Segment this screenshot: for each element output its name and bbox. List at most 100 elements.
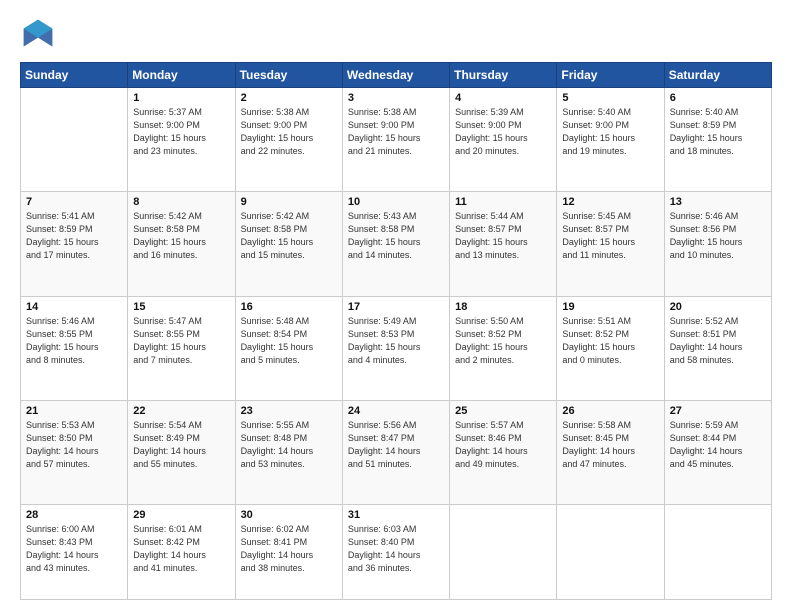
day-cell: 16 Sunrise: 5:48 AMSunset: 8:54 PMDayligh…	[235, 296, 342, 400]
logo-icon	[20, 16, 56, 52]
day-cell: 25 Sunrise: 5:57 AMSunset: 8:46 PMDayligh…	[450, 400, 557, 504]
day-number: 17	[348, 301, 444, 313]
header	[20, 16, 772, 52]
col-header-monday: Monday	[128, 63, 235, 88]
day-info: Sunrise: 5:47 AMSunset: 8:55 PMDaylight:…	[133, 315, 229, 367]
day-info: Sunrise: 5:38 AMSunset: 9:00 PMDaylight:…	[348, 106, 444, 158]
day-cell: 12Sunrise: 5:45 AMSunset: 8:57 PMDayligh…	[557, 192, 664, 296]
page: SundayMondayTuesdayWednesdayThursdayFrid…	[0, 0, 792, 612]
logo	[20, 16, 62, 52]
day-cell: 21 Sunrise: 5:53 AMSunset: 8:50 PMDayligh…	[21, 400, 128, 504]
day-number: 30	[241, 509, 337, 521]
day-info: Sunrise: 5:46 AMSunset: 8:55 PMDaylight:…	[26, 315, 122, 367]
day-number: 27	[670, 405, 766, 417]
day-cell: 10Sunrise: 5:43 AMSunset: 8:58 PMDayligh…	[342, 192, 449, 296]
day-number: 6	[670, 92, 766, 104]
day-number: 2	[241, 92, 337, 104]
day-info: Sunrise: 5:59 AMSunset: 8:44 PMDaylight:…	[670, 419, 766, 471]
day-cell	[664, 505, 771, 600]
day-info: Sunrise: 5:38 AMSunset: 9:00 PMDaylight:…	[241, 106, 337, 158]
day-number: 16	[241, 301, 337, 313]
day-cell: 11 Sunrise: 5:44 AMSunset: 8:57 PMDayligh…	[450, 192, 557, 296]
day-number: 25	[455, 405, 551, 417]
day-cell: 14 Sunrise: 5:46 AMSunset: 8:55 PMDayligh…	[21, 296, 128, 400]
day-cell: 27 Sunrise: 5:59 AMSunset: 8:44 PMDayligh…	[664, 400, 771, 504]
day-cell: 1Sunrise: 5:37 AMSunset: 9:00 PMDaylight…	[128, 88, 235, 192]
day-cell: 28 Sunrise: 6:00 AMSunset: 8:43 PMDayligh…	[21, 505, 128, 600]
day-cell: 7 Sunrise: 5:41 AMSunset: 8:59 PMDaylight…	[21, 192, 128, 296]
day-cell	[450, 505, 557, 600]
day-info: Sunrise: 5:50 AMSunset: 8:52 PMDaylight:…	[455, 315, 551, 367]
day-cell: 15 Sunrise: 5:47 AMSunset: 8:55 PMDayligh…	[128, 296, 235, 400]
day-cell: 4 Sunrise: 5:39 AMSunset: 9:00 PMDaylight…	[450, 88, 557, 192]
day-number: 13	[670, 196, 766, 208]
day-cell: 2 Sunrise: 5:38 AMSunset: 9:00 PMDaylight…	[235, 88, 342, 192]
day-number: 22	[133, 405, 229, 417]
day-cell	[557, 505, 664, 600]
day-info: Sunrise: 5:45 AMSunset: 8:57 PMDaylight:…	[562, 210, 658, 262]
day-number: 29	[133, 509, 229, 521]
day-cell: 29 Sunrise: 6:01 AMSunset: 8:42 PMDayligh…	[128, 505, 235, 600]
day-info: Sunrise: 5:41 AMSunset: 8:59 PMDaylight:…	[26, 210, 122, 262]
day-cell: 31 Sunrise: 6:03 AMSunset: 8:40 PMDayligh…	[342, 505, 449, 600]
day-cell	[21, 88, 128, 192]
day-number: 5	[562, 92, 658, 104]
day-cell: 19 Sunrise: 5:51 AMSunset: 8:52 PMDayligh…	[557, 296, 664, 400]
day-cell: 26 Sunrise: 5:58 AMSunset: 8:45 PMDayligh…	[557, 400, 664, 504]
day-info: Sunrise: 6:00 AMSunset: 8:43 PMDaylight:…	[26, 523, 122, 575]
week-row-3: 14 Sunrise: 5:46 AMSunset: 8:55 PMDayligh…	[21, 296, 772, 400]
day-cell: 8 Sunrise: 5:42 AMSunset: 8:58 PMDaylight…	[128, 192, 235, 296]
day-info: Sunrise: 5:42 AMSunset: 8:58 PMDaylight:…	[241, 210, 337, 262]
day-info: Sunrise: 5:44 AMSunset: 8:57 PMDaylight:…	[455, 210, 551, 262]
day-info: Sunrise: 5:42 AMSunset: 8:58 PMDaylight:…	[133, 210, 229, 262]
day-info: Sunrise: 5:54 AMSunset: 8:49 PMDaylight:…	[133, 419, 229, 471]
day-info: Sunrise: 6:02 AMSunset: 8:41 PMDaylight:…	[241, 523, 337, 575]
week-row-4: 21 Sunrise: 5:53 AMSunset: 8:50 PMDayligh…	[21, 400, 772, 504]
day-number: 1	[133, 92, 229, 104]
day-info: Sunrise: 6:01 AMSunset: 8:42 PMDaylight:…	[133, 523, 229, 575]
day-number: 26	[562, 405, 658, 417]
day-info: Sunrise: 5:53 AMSunset: 8:50 PMDaylight:…	[26, 419, 122, 471]
day-cell: 22 Sunrise: 5:54 AMSunset: 8:49 PMDayligh…	[128, 400, 235, 504]
day-cell: 9 Sunrise: 5:42 AMSunset: 8:58 PMDaylight…	[235, 192, 342, 296]
calendar-header-row: SundayMondayTuesdayWednesdayThursdayFrid…	[21, 63, 772, 88]
day-number: 19	[562, 301, 658, 313]
day-info: Sunrise: 5:40 AMSunset: 8:59 PMDaylight:…	[670, 106, 766, 158]
col-header-saturday: Saturday	[664, 63, 771, 88]
day-cell: 18 Sunrise: 5:50 AMSunset: 8:52 PMDayligh…	[450, 296, 557, 400]
day-info: Sunrise: 5:51 AMSunset: 8:52 PMDaylight:…	[562, 315, 658, 367]
day-number: 23	[241, 405, 337, 417]
col-header-friday: Friday	[557, 63, 664, 88]
day-info: Sunrise: 5:49 AMSunset: 8:53 PMDaylight:…	[348, 315, 444, 367]
day-info: Sunrise: 5:48 AMSunset: 8:54 PMDaylight:…	[241, 315, 337, 367]
day-cell: 24Sunrise: 5:56 AMSunset: 8:47 PMDayligh…	[342, 400, 449, 504]
day-number: 4	[455, 92, 551, 104]
day-info: Sunrise: 5:40 AMSunset: 9:00 PMDaylight:…	[562, 106, 658, 158]
day-number: 15	[133, 301, 229, 313]
day-number: 21	[26, 405, 122, 417]
day-number: 31	[348, 509, 444, 521]
day-number: 18	[455, 301, 551, 313]
day-number: 11	[455, 196, 551, 208]
day-info: Sunrise: 6:03 AMSunset: 8:40 PMDaylight:…	[348, 523, 444, 575]
week-row-1: 1Sunrise: 5:37 AMSunset: 9:00 PMDaylight…	[21, 88, 772, 192]
day-cell: 6 Sunrise: 5:40 AMSunset: 8:59 PMDaylight…	[664, 88, 771, 192]
week-row-5: 28 Sunrise: 6:00 AMSunset: 8:43 PMDayligh…	[21, 505, 772, 600]
day-number: 24	[348, 405, 444, 417]
day-number: 9	[241, 196, 337, 208]
day-cell: 13 Sunrise: 5:46 AMSunset: 8:56 PMDayligh…	[664, 192, 771, 296]
day-info: Sunrise: 5:46 AMSunset: 8:56 PMDaylight:…	[670, 210, 766, 262]
day-info: Sunrise: 5:58 AMSunset: 8:45 PMDaylight:…	[562, 419, 658, 471]
col-header-sunday: Sunday	[21, 63, 128, 88]
col-header-tuesday: Tuesday	[235, 63, 342, 88]
day-number: 7	[26, 196, 122, 208]
day-info: Sunrise: 5:52 AMSunset: 8:51 PMDaylight:…	[670, 315, 766, 367]
day-number: 8	[133, 196, 229, 208]
day-info: Sunrise: 5:57 AMSunset: 8:46 PMDaylight:…	[455, 419, 551, 471]
day-number: 14	[26, 301, 122, 313]
day-info: Sunrise: 5:55 AMSunset: 8:48 PMDaylight:…	[241, 419, 337, 471]
day-info: Sunrise: 5:39 AMSunset: 9:00 PMDaylight:…	[455, 106, 551, 158]
day-number: 3	[348, 92, 444, 104]
day-cell: 23 Sunrise: 5:55 AMSunset: 8:48 PMDayligh…	[235, 400, 342, 504]
day-number: 28	[26, 509, 122, 521]
